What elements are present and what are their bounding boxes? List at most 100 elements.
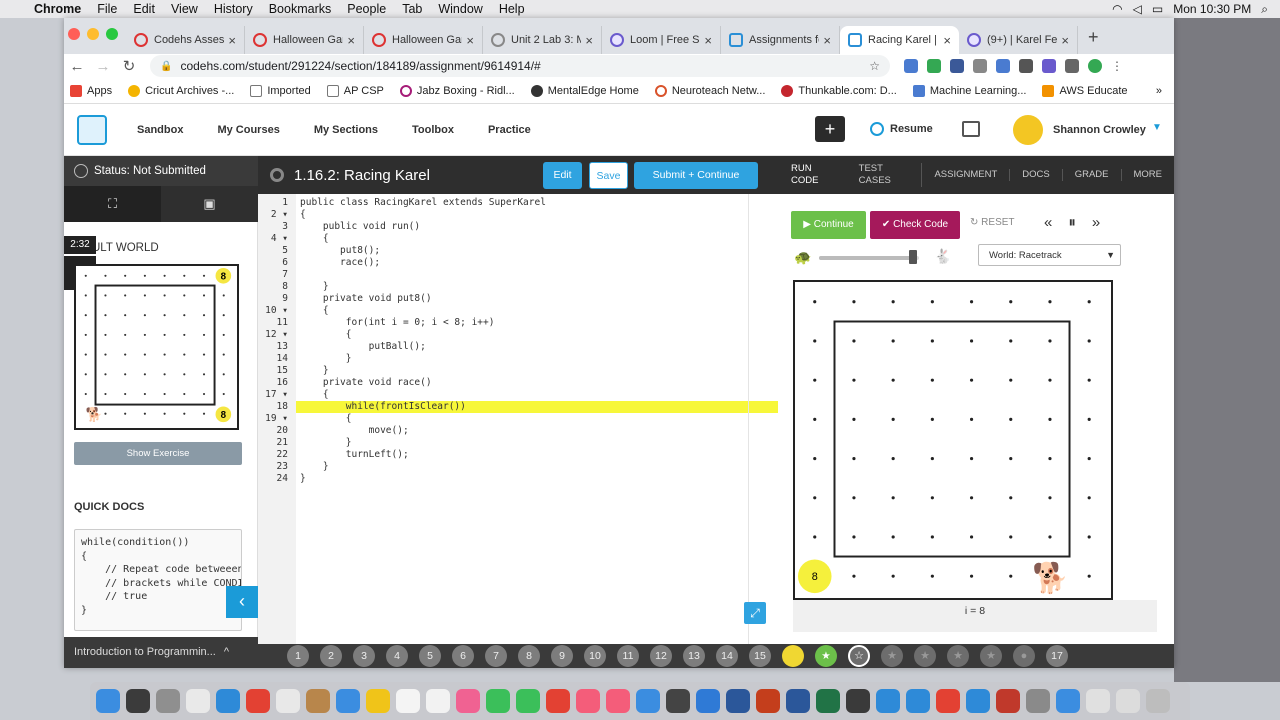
progress-star-icon[interactable]: ★: [914, 645, 936, 667]
chrome-menu-icon[interactable]: ⋮: [1111, 59, 1123, 73]
resume-button[interactable]: Resume: [870, 122, 933, 136]
menu-tab[interactable]: Tab: [394, 2, 430, 16]
browser-tab[interactable]: (9+) | Karel Fet ×: [959, 26, 1078, 54]
code-area[interactable]: public class RacingKarel extends SuperKa…: [296, 194, 778, 668]
bookmark-item[interactable]: AWS Educate: [1042, 84, 1128, 97]
code-line[interactable]: move();: [296, 425, 778, 437]
bookmark-apps[interactable]: Apps: [70, 84, 112, 97]
url-field[interactable]: 🔒 codehs.com/student/291224/section/1841…: [150, 55, 890, 77]
dock-app-icon[interactable]: [1146, 689, 1170, 713]
dock-app-icon[interactable]: [456, 689, 480, 713]
bookmark-item[interactable]: Neuroteach Netw...: [654, 84, 765, 97]
speed-slider-handle[interactable]: [909, 250, 917, 264]
code-line[interactable]: private void race(): [296, 377, 778, 389]
tab-more[interactable]: MORE: [1122, 169, 1175, 181]
tab-grade[interactable]: GRADE: [1063, 169, 1122, 181]
profile-icon[interactable]: [1088, 59, 1102, 73]
dock-app-icon[interactable]: [336, 689, 360, 713]
progress-step[interactable]: 7: [485, 645, 507, 667]
nav-my-sections[interactable]: My Sections: [314, 124, 378, 136]
nav-my-courses[interactable]: My Courses: [217, 124, 279, 136]
code-line[interactable]: putBall();: [296, 341, 778, 353]
code-line[interactable]: {: [296, 209, 778, 221]
close-tab-icon[interactable]: ×: [704, 33, 712, 48]
dock-app-icon[interactable]: [396, 689, 420, 713]
dock-app-icon[interactable]: [246, 689, 270, 713]
progress-step[interactable]: 6: [452, 645, 474, 667]
gear-icon[interactable]: [270, 168, 284, 182]
dock-app-icon[interactable]: [606, 689, 630, 713]
browser-tab[interactable]: Unit 2 Lab 3: M ×: [483, 26, 602, 54]
progress-step[interactable]: 14: [716, 645, 738, 667]
back-icon[interactable]: ←: [64, 58, 90, 75]
progress-step[interactable]: 2: [320, 645, 342, 667]
progress-star-complete-icon[interactable]: ★: [815, 645, 837, 667]
extension-icon[interactable]: [904, 59, 918, 73]
menu-history[interactable]: History: [206, 2, 261, 16]
calendar-icon[interactable]: [962, 121, 980, 137]
expand-icon[interactable]: ⤢: [744, 602, 766, 624]
dock-app-icon[interactable]: [786, 689, 810, 713]
dock-app-icon[interactable]: [846, 689, 870, 713]
minimize-window-icon[interactable]: [87, 28, 99, 40]
bookmark-item[interactable]: Cricut Archives -...: [128, 84, 234, 97]
code-line[interactable]: [296, 269, 778, 281]
dock-app-icon[interactable]: [1026, 689, 1050, 713]
progress-step[interactable]: 3: [353, 645, 375, 667]
dock-app-icon[interactable]: [186, 689, 210, 713]
progress-step[interactable]: 8: [518, 645, 540, 667]
close-tab-icon[interactable]: ×: [347, 33, 355, 48]
extension-icon[interactable]: [996, 59, 1010, 73]
extension-icon[interactable]: [1019, 59, 1033, 73]
dock-app-icon[interactable]: [696, 689, 720, 713]
bookmark-item[interactable]: Thunkable.com: D...: [781, 84, 897, 97]
dock-app-icon[interactable]: [156, 689, 180, 713]
browser-tab[interactable]: Codehs Assess ×: [126, 26, 245, 54]
extension-icon[interactable]: [950, 59, 964, 73]
code-line[interactable]: private void put8(): [296, 293, 778, 305]
chevron-down-icon[interactable]: ▼: [1152, 122, 1162, 133]
bookmark-item[interactable]: MentalEdge Home: [530, 84, 639, 97]
dock-app-icon[interactable]: [126, 689, 150, 713]
dock-app-icon[interactable]: [996, 689, 1020, 713]
collapse-sidebar-button[interactable]: ‹: [226, 586, 258, 618]
code-line[interactable]: }: [296, 473, 778, 485]
bookmark-folder[interactable]: AP CSP: [326, 84, 384, 97]
browser-tab[interactable]: Halloween Gam ×: [245, 26, 364, 54]
bookmark-star-icon[interactable]: ☆: [869, 59, 880, 73]
pause-icon[interactable]: ⏸: [1068, 214, 1076, 231]
code-line[interactable]: }: [296, 365, 778, 377]
code-line[interactable]: for(int i = 0; i < 8; i++): [296, 317, 778, 329]
extension-icon[interactable]: [1042, 59, 1056, 73]
browser-tab[interactable]: Loom | Free Scr ×: [602, 26, 721, 54]
continue-button[interactable]: ▶ Continue: [791, 211, 866, 239]
menu-file[interactable]: File: [89, 2, 125, 16]
codehs-logo-icon[interactable]: [77, 114, 107, 145]
close-tab-icon[interactable]: ×: [585, 33, 593, 48]
submit-continue-button[interactable]: Submit + Continue: [634, 162, 758, 189]
menu-view[interactable]: View: [163, 2, 206, 16]
progress-step-current-icon[interactable]: −: [782, 645, 804, 667]
progress-star-current-icon[interactable]: ☆: [848, 645, 870, 667]
tab-test-cases[interactable]: TEST CASES: [847, 163, 923, 187]
show-exercise-button[interactable]: Show Exercise: [74, 442, 242, 465]
nav-sandbox[interactable]: Sandbox: [137, 124, 183, 136]
dock-app-icon[interactable]: [96, 689, 120, 713]
dock-app-icon[interactable]: [906, 689, 930, 713]
nav-toolbox[interactable]: Toolbox: [412, 124, 454, 136]
dock-app-icon[interactable]: [636, 689, 660, 713]
bookmark-item[interactable]: Machine Learning...: [912, 84, 1026, 97]
progress-step[interactable]: 17: [1046, 645, 1068, 667]
new-tab-button[interactable]: +: [1078, 27, 1099, 54]
dock-app-icon[interactable]: [666, 689, 690, 713]
extension-icon[interactable]: [973, 59, 987, 73]
tab-map[interactable]: ⛶: [64, 186, 161, 222]
bookmark-folder[interactable]: Imported: [250, 84, 311, 97]
menubar-clock[interactable]: Mon 10:30 PM: [1173, 2, 1251, 16]
code-line[interactable]: }: [296, 281, 778, 293]
forward-icon[interactable]: →: [90, 58, 116, 75]
dock-app-icon[interactable]: [516, 689, 540, 713]
dock-app-icon[interactable]: [1086, 689, 1110, 713]
dock-app-icon[interactable]: [726, 689, 750, 713]
dock-app-icon[interactable]: [966, 689, 990, 713]
